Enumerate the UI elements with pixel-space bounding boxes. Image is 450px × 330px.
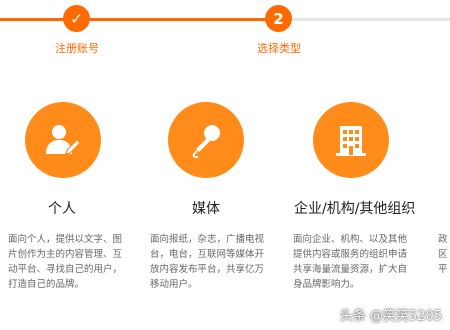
media-title: 媒体: [192, 201, 220, 217]
watermark: 头条 @笑笑5205: [339, 309, 442, 324]
microphone-icon: [192, 125, 220, 159]
clipped-next-card-text: 政 区 平: [438, 232, 450, 277]
clipped-line: 政: [438, 234, 448, 245]
personal-circle[interactable]: [25, 102, 101, 178]
person-edit-icon: [46, 125, 81, 155]
progress-bar-completed: [0, 18, 278, 21]
progress-steps: ✓ 注册账号 2 选择类型: [0, 0, 450, 60]
step1-check-icon: ✓: [63, 5, 90, 32]
organization-description: 面向企业、机构、以及其他提供内容或服务的组织申请共享海量流量资源，扩大自身品牌影…: [293, 234, 408, 290]
step1-label: 注册账号: [55, 42, 99, 55]
personal-title: 个人: [48, 201, 76, 217]
organization-title: 企业/机构/其他组织: [294, 201, 416, 217]
media-description: 面向报纸，杂志，广播电视台，电台，互联网等媒体开放内容发布平台，共享亿万移动用户…: [150, 234, 265, 290]
step2-number: 2: [265, 5, 292, 32]
media-circle[interactable]: [168, 102, 244, 178]
clipped-line: 区: [438, 249, 448, 260]
personal-description: 面向个人，提供以文字、图片创作为主的内容管理、互动平台、寻找自己的用户，打造自己…: [8, 234, 123, 290]
step2-label: 选择类型: [257, 42, 301, 55]
organization-circle[interactable]: [313, 102, 389, 178]
progress-bar-remaining: [278, 18, 450, 21]
building-icon: [336, 126, 366, 156]
clipped-line: 平: [438, 264, 448, 275]
